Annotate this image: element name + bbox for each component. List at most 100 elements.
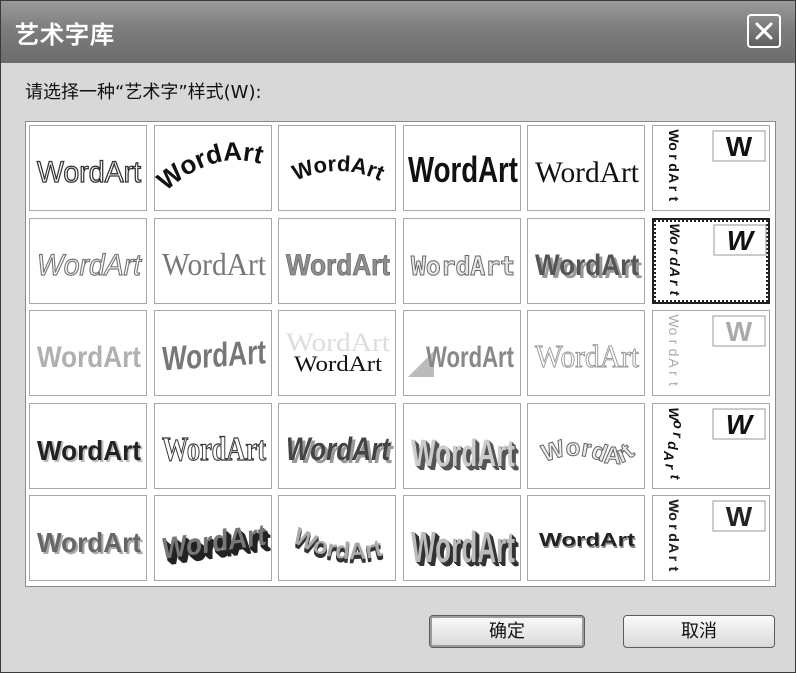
svg-text:WordArt: WordArt: [408, 149, 518, 190]
wordart-preview: WordArt: [162, 333, 266, 378]
svg-text:WordArt: WordArt: [535, 156, 640, 189]
wordart-preview: WordArtWordArt: [37, 435, 143, 469]
wordart-preview: WordArt: [161, 430, 267, 468]
wordart-preview: WordArt: [407, 341, 514, 377]
svg-text:d: d: [666, 533, 682, 542]
wordart-style-option[interactable]: WordArt WordArt WordArt WordArt WordArt: [402, 495, 521, 581]
wordart-style-option[interactable]: WordArt: [29, 217, 147, 304]
svg-text:r: r: [666, 371, 682, 376]
svg-text:WordArt: WordArt: [162, 431, 267, 468]
svg-text:WordArt: WordArt: [162, 333, 266, 378]
wordart-preview: WordArtWordArtWordArtWordArtWordArtWordA…: [162, 519, 271, 573]
wordart-style-option[interactable]: WordArt: [29, 310, 147, 396]
svg-text:d: d: [667, 257, 683, 266]
svg-text:WordArt: WordArt: [535, 249, 639, 282]
wordart-preview: WordArt: [162, 246, 266, 282]
wordart-preview: WordArtWordArtWordArtWordArtWordArt: [289, 523, 385, 570]
wordart-style-option[interactable]: WordArt WordArt: [278, 402, 396, 489]
svg-text:r: r: [662, 463, 678, 470]
wordart-preview: WordArtW: [666, 314, 765, 386]
svg-text:o: o: [666, 142, 682, 151]
svg-text:W: W: [726, 225, 755, 256]
wordart-style-option[interactable]: WordArtW: [651, 402, 770, 489]
svg-text:d: d: [665, 441, 681, 450]
wordart-preview: WordArt: [410, 251, 515, 282]
wordart-preview: WordArt: [36, 155, 142, 189]
svg-text:o: o: [666, 512, 682, 521]
svg-text:WordArt: WordArt: [286, 249, 390, 282]
svg-text:r: r: [667, 248, 683, 255]
svg-text:o: o: [670, 420, 686, 429]
svg-text:WordArt: WordArt: [37, 156, 142, 189]
svg-text:WordArt: WordArt: [37, 341, 141, 374]
wordart-style-option[interactable]: WordArt WordArt: [527, 217, 645, 304]
wordart-style-option[interactable]: WordArtW: [651, 125, 770, 211]
wordart-style-option[interactable]: WordArtWWordArtW: [651, 495, 770, 581]
wordart-preview: WordArt: [286, 248, 391, 282]
wordart-preview: WordArtW: [661, 407, 765, 480]
wordart-style-gallery[interactable]: WordArtWordArtWordArtWordArtWordArtWordA…: [25, 121, 776, 587]
wordart-style-option[interactable]: WordArt: [402, 217, 521, 304]
svg-text:o: o: [667, 236, 683, 245]
wordart-preview: WordArt: [408, 149, 518, 190]
wordart-style-option[interactable]: WordArt: [153, 217, 272, 304]
wordart-preview: WordArt: [535, 338, 640, 375]
svg-text:d: d: [666, 349, 682, 357]
svg-text:WordArt: WordArt: [426, 341, 514, 374]
svg-text:A: A: [666, 543, 682, 553]
wordart-style-option[interactable]: WordArt WordArt: [29, 402, 147, 489]
close-icon: [755, 22, 773, 40]
svg-text:WordArt: WordArt: [411, 433, 515, 475]
wordart-style-option[interactable]: WordArt: [29, 125, 147, 211]
wordart-style-option[interactable]: WordArt WordArt: [527, 495, 645, 581]
wordart-style-option[interactable]: WordArt: [527, 310, 645, 396]
wordart-style-option[interactable]: WordArt WordArt WordArt WordArt WordArt: [278, 495, 396, 581]
wordart-preview: WordArt: [36, 248, 143, 282]
wordart-preview: WordArt: [538, 433, 640, 470]
wordart-preview: WordArtW: [667, 223, 766, 296]
wordart-style-option[interactable]: WordArt: [153, 402, 272, 489]
wordart-style-option[interactable]: WordArt: [527, 125, 645, 211]
svg-text:WordArt: WordArt: [37, 527, 141, 558]
wordart-preview: WordArtWordArt: [37, 527, 143, 560]
wordart-style-option[interactable]: WordArtW: [651, 310, 770, 396]
svg-text:A: A: [666, 358, 682, 368]
svg-text:WordArt: WordArt: [411, 252, 515, 282]
cancel-button[interactable]: 取消: [623, 615, 775, 648]
svg-text:A: A: [661, 449, 677, 460]
wordart-style-option[interactable]: WordArt WordArt WordArt WordArt WordArt WordA…: [153, 495, 272, 581]
wordart-preview: WordArtW: [666, 129, 765, 202]
ok-button[interactable]: 确定: [429, 615, 585, 648]
close-button[interactable]: [747, 14, 781, 48]
svg-text:WordArt: WordArt: [286, 431, 391, 467]
wordart-style-option[interactable]: WordArt: [153, 310, 272, 396]
svg-text:t: t: [667, 290, 683, 296]
wordart-style-option[interactable]: WordArt: [153, 125, 272, 211]
title-bar[interactable]: 艺术字库: [1, 1, 795, 63]
wordart-style-option[interactable]: WordArt WordArt WordArt WordArt WordArt: [402, 402, 521, 489]
svg-text:t: t: [666, 382, 682, 386]
svg-text:r: r: [670, 432, 686, 439]
svg-text:WordArt: WordArt: [539, 530, 635, 550]
wordart-style-option[interactable]: WordArt: [527, 402, 645, 489]
wordart-style-option[interactable]: WordArt WordArt: [29, 495, 147, 581]
wordart-style-option[interactable]: WordArt WordArt: [278, 310, 396, 396]
svg-text:r: r: [667, 279, 683, 286]
svg-text:r: r: [666, 340, 682, 345]
gallery-prompt: 请选择一种“艺术字”样式(W):: [25, 82, 262, 103]
svg-text:WordArt: WordArt: [37, 249, 143, 282]
wordart-style-option[interactable]: WordArt: [278, 217, 396, 304]
dialog-title: 艺术字库: [15, 21, 115, 49]
wordart-style-option[interactable]: WordArt: [278, 125, 396, 211]
wordart-style-option[interactable]: WordArt: [402, 310, 521, 396]
wordart-style-option[interactable]: WordArt: [402, 125, 521, 211]
svg-text:WordArt: WordArt: [538, 434, 639, 470]
wordart-preview: WordArtWordArtWordArtWordArtWordArt: [411, 523, 519, 576]
svg-text:r: r: [666, 556, 682, 562]
wordart-style-option[interactable]: WordArtW: [651, 217, 770, 304]
wordart-preview: WordArtWordArtWordArtWordArtWordArt: [411, 433, 519, 479]
svg-text:WordArt: WordArt: [294, 351, 382, 376]
wordart-gallery-dialog: 艺术字库 请选择一种“艺术字”样式(W): WordArtWordArtWord…: [0, 0, 796, 673]
svg-text:WordArt: WordArt: [162, 246, 266, 282]
svg-text:r: r: [666, 524, 682, 530]
